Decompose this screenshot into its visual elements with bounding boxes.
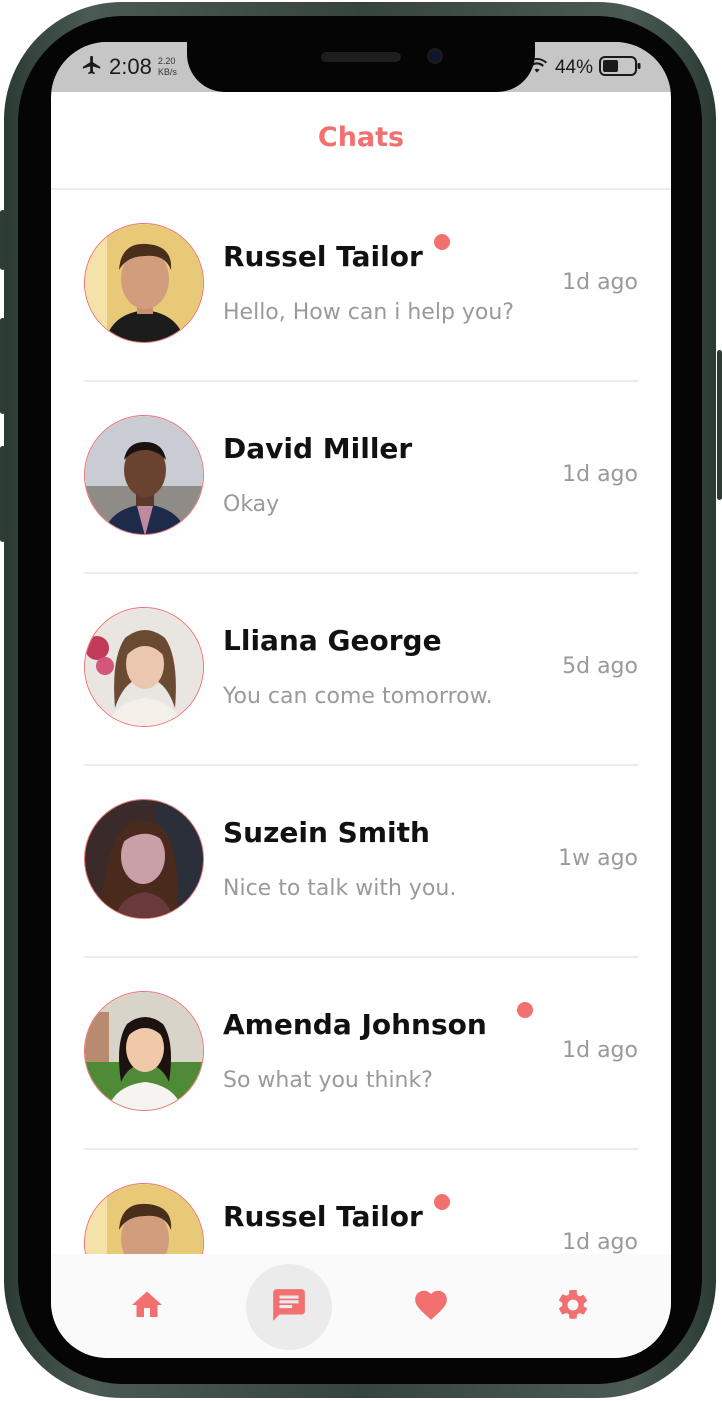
- page-title: Chats: [317, 122, 405, 153]
- avatar: [84, 991, 204, 1111]
- data-rate-unit: KB/s: [157, 67, 177, 77]
- power-button: [717, 350, 722, 500]
- nav-home[interactable]: [104, 1264, 190, 1350]
- contact-name: Amenda Johnson: [223, 1008, 487, 1041]
- airplane-icon: [81, 54, 103, 80]
- message-preview: So what you think?: [223, 1068, 433, 1093]
- volume-down-button: [0, 446, 5, 542]
- mute-switch: [0, 210, 5, 270]
- message-preview: Hello, How can i help you?: [223, 300, 515, 325]
- message-time: 1d ago: [562, 462, 638, 487]
- message-time: 1d ago: [562, 1038, 638, 1063]
- camera-notch: [187, 42, 535, 92]
- message-time: 1d ago: [562, 270, 638, 295]
- unread-dot: [434, 1194, 450, 1210]
- chat-list-item[interactable]: Lliana George You can come tomorrow. 5d …: [84, 574, 638, 766]
- battery-icon: [599, 55, 641, 81]
- avatar: [84, 223, 204, 343]
- contact-name: David Miller: [223, 432, 413, 465]
- volume-up-button: [0, 318, 5, 414]
- message-time: 1w ago: [558, 846, 638, 871]
- chat-list-item[interactable]: David Miller Okay 1d ago: [84, 382, 638, 574]
- contact-name: Lliana George: [223, 624, 442, 657]
- message-preview: Nice to talk with you.: [223, 876, 457, 901]
- message-time: 5d ago: [562, 654, 638, 679]
- unread-dot: [517, 1002, 533, 1018]
- message-time: 1d ago: [562, 1230, 638, 1255]
- nav-settings[interactable]: [530, 1264, 616, 1350]
- settings-icon: [555, 1287, 591, 1327]
- chat-icon: [270, 1286, 308, 1328]
- contact-name: Suzein Smith: [223, 816, 430, 849]
- avatar: [84, 415, 204, 535]
- avatar: [84, 607, 204, 727]
- message-preview: You can come tomorrow.: [223, 684, 493, 709]
- app-header: Chats: [51, 92, 671, 190]
- status-time: 2:08: [109, 54, 152, 79]
- battery-percent: 44%: [554, 57, 593, 78]
- home-icon: [129, 1287, 165, 1327]
- data-rate-value: 2.20: [157, 56, 176, 66]
- bottom-nav: [51, 1254, 671, 1358]
- message-preview: Okay: [223, 492, 280, 517]
- status-data-rate: 2.20 KB/s: [158, 56, 188, 78]
- avatar: [84, 799, 204, 919]
- status-left: 2:08 2.20 KB/s: [81, 54, 188, 80]
- heart-icon: [412, 1286, 450, 1328]
- chat-list-item[interactable]: Suzein Smith Nice to talk with you. 1w a…: [84, 766, 638, 958]
- front-camera: [427, 48, 443, 64]
- contact-name: Russel Tailor: [223, 240, 423, 273]
- status-right: 44%: [526, 55, 641, 81]
- unread-dot: [434, 234, 450, 250]
- chat-list-item[interactable]: Russel Tailor Hello, How can i help you?…: [84, 190, 638, 382]
- contact-name: Russel Tailor: [223, 1200, 423, 1233]
- earpiece-speaker: [321, 52, 401, 62]
- nav-favorites[interactable]: [388, 1264, 474, 1350]
- chat-list-item[interactable]: Amenda Johnson So what you think? 1d ago: [84, 958, 638, 1150]
- status-bar: 2:08 2.20 KB/s 44%: [51, 42, 671, 92]
- app-screen: 2:08 2.20 KB/s 44% Chats Russel Tailor H…: [51, 42, 671, 1358]
- nav-chats[interactable]: [246, 1264, 332, 1350]
